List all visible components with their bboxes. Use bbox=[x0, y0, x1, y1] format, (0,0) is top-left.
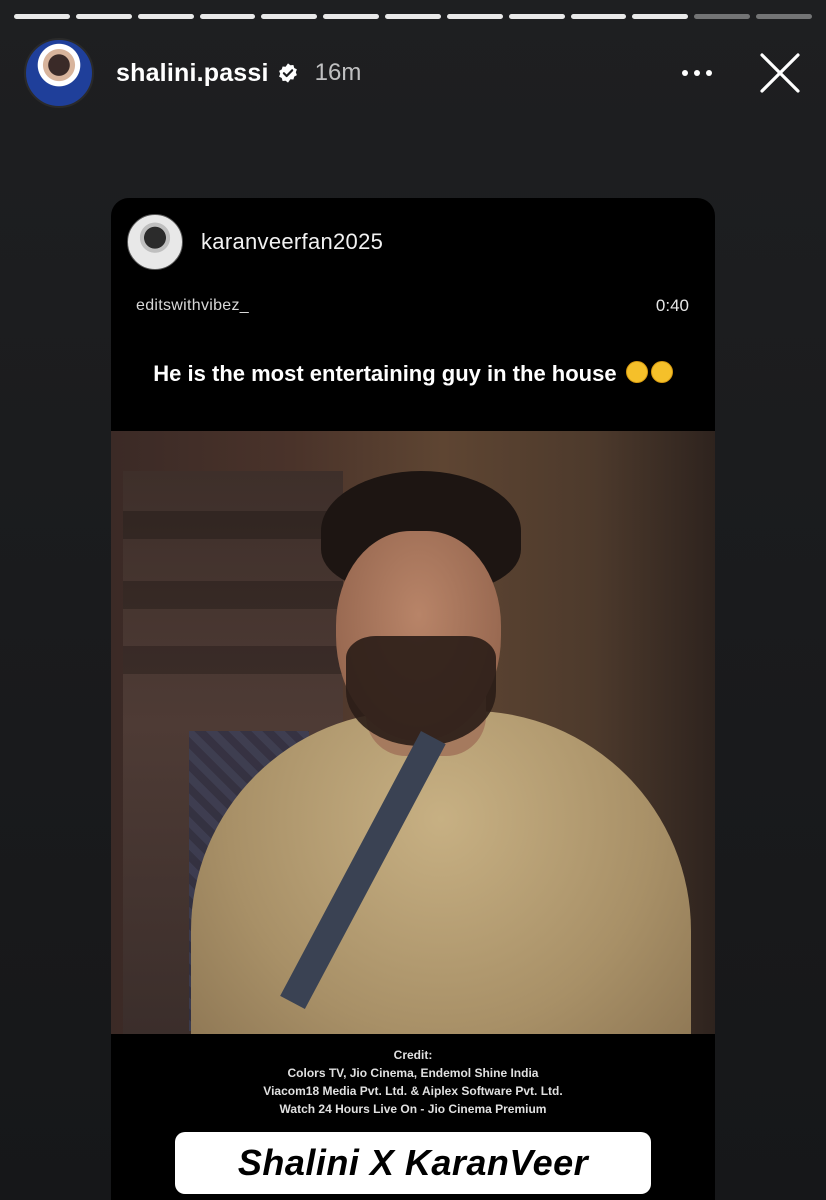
laughing-emoji-icon bbox=[650, 361, 673, 383]
story-progress-segment bbox=[694, 14, 751, 19]
title-banner: Shalini X KaranVeer bbox=[175, 1132, 651, 1194]
repost-header: karanveerfan2025 bbox=[127, 214, 383, 270]
story-progress-segment bbox=[385, 14, 441, 19]
close-icon[interactable] bbox=[758, 51, 802, 95]
story-header: shalini.passi 16m bbox=[24, 38, 802, 108]
caption-text: He is the most entertaining guy in the h… bbox=[153, 361, 617, 386]
story-progress-segment bbox=[756, 14, 812, 19]
story-progress-segment bbox=[570, 14, 627, 19]
original-account: editswithvibez_ bbox=[136, 297, 249, 314]
credits-line: Viacom18 Media Pvt. Ltd. & Aiplex Softwa… bbox=[263, 1084, 563, 1098]
story-progress-segment bbox=[632, 14, 689, 19]
video-duration: 0:40 bbox=[655, 296, 689, 315]
reposted-reel-card[interactable]: karanveerfan2025 editswithvibez_ 0:40 He… bbox=[111, 198, 715, 1200]
more-horizontal-icon[interactable] bbox=[682, 70, 712, 76]
story-progress-segment bbox=[199, 14, 256, 19]
credits-line: Colors TV, Jio Cinema, Endemol Shine Ind… bbox=[287, 1066, 539, 1080]
credits-line: Watch 24 Hours Live On - Jio Cinema Prem… bbox=[279, 1102, 547, 1116]
credits-line: Credit: bbox=[393, 1048, 433, 1062]
story-progress-segment bbox=[508, 14, 565, 19]
video-credits: Credit: Colors TV, Jio Cinema, Endemol S… bbox=[111, 1046, 715, 1118]
story-progress-segment bbox=[323, 14, 380, 19]
story-progress-segment bbox=[446, 14, 503, 19]
story-time: 16m bbox=[314, 59, 362, 86]
story-progress-segment bbox=[75, 14, 132, 19]
title-text: Shalini X KaranVeer bbox=[237, 1142, 589, 1183]
person-beard bbox=[346, 636, 496, 746]
story-progress-segment bbox=[261, 14, 318, 19]
laughing-emoji-icon bbox=[625, 361, 648, 383]
story-progress-segment bbox=[14, 14, 70, 19]
story-username[interactable]: shalini.passi bbox=[116, 59, 269, 88]
story-progress-segment bbox=[137, 14, 194, 19]
video-frame[interactable] bbox=[111, 431, 715, 1034]
verified-badge-icon bbox=[277, 62, 299, 84]
repost-avatar[interactable] bbox=[127, 214, 183, 270]
video-caption: He is the most entertaining guy in the h… bbox=[131, 358, 695, 390]
profile-avatar[interactable] bbox=[24, 38, 94, 108]
repost-username[interactable]: karanveerfan2025 bbox=[201, 229, 383, 255]
story-progress-bar bbox=[14, 14, 812, 19]
